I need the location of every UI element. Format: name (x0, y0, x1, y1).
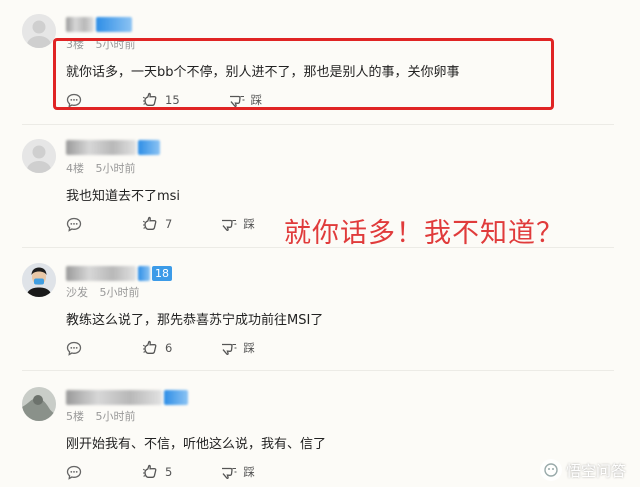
comment-item: 18 沙发 5小时前 教练这么说了，那先恭喜苏宁成功前往MSI了 6 踩 (0, 248, 640, 370)
avatar[interactable] (22, 263, 56, 297)
comment-meta: 4楼 5小时前 (66, 160, 136, 176)
username-blurred[interactable] (66, 389, 188, 406)
comment-icon (66, 341, 82, 356)
like-count: 5 (165, 465, 173, 479)
default-avatar-icon (22, 139, 56, 173)
reply-button[interactable] (66, 217, 82, 232)
comment-meta: 5楼 5小时前 (66, 408, 136, 424)
comment-actions: 6 踩 (66, 340, 255, 356)
wukong-logo-icon (539, 459, 562, 481)
reply-button[interactable] (66, 465, 82, 480)
floor-label: 4楼 (66, 162, 84, 175)
dislike-icon (222, 467, 237, 480)
comment-actions: 5 踩 (66, 464, 255, 480)
floor-label: 5楼 (66, 410, 84, 423)
timestamp: 5小时前 (99, 286, 140, 299)
avatar[interactable] (22, 387, 56, 421)
username-blurred[interactable] (66, 139, 160, 156)
highlight-box (53, 38, 554, 110)
dislike-button[interactable]: 踩 (220, 340, 255, 356)
timestamp: 5小时前 (95, 162, 136, 175)
like-button[interactable]: 5 (142, 464, 172, 480)
floor-label: 沙发 (66, 286, 88, 299)
like-count: 7 (165, 217, 173, 231)
dislike-label: 踩 (243, 217, 255, 231)
reply-button[interactable] (66, 341, 82, 356)
like-button[interactable]: 6 (142, 340, 172, 356)
comment-meta: 沙发 5小时前 (66, 284, 140, 300)
like-icon (142, 340, 157, 354)
annotation-overlay: 就你话多！我不知道？ (284, 218, 564, 249)
dislike-button[interactable]: 踩 (220, 216, 255, 232)
like-icon (142, 464, 157, 478)
like-count: 6 (165, 341, 173, 355)
comment-icon (66, 217, 82, 232)
comment-text: 刚开始我有、不信，听他这么说，我有、信了 (66, 437, 327, 452)
like-button[interactable]: 7 (142, 216, 172, 232)
comment-text: 我也知道去不了msi (66, 189, 181, 204)
level-badge: 18 (152, 266, 172, 281)
username-blurred[interactable]: 18 (66, 265, 172, 282)
avatar[interactable] (22, 139, 56, 173)
username-blurred[interactable] (66, 16, 132, 33)
dislike-icon (222, 343, 237, 356)
comment-actions: 7 踩 (66, 216, 255, 232)
user-photo-icon (22, 263, 56, 297)
dislike-icon (222, 219, 237, 232)
comment-text: 教练这么说了，那先恭喜苏宁成功前往MSI了 (66, 313, 324, 328)
dislike-button[interactable]: 踩 (220, 464, 255, 480)
dislike-label: 踩 (243, 341, 255, 355)
watermark: 悟空问答 (539, 459, 626, 481)
comment-icon (66, 465, 82, 480)
like-icon (142, 216, 157, 230)
watermark-text: 悟空问答 (565, 461, 626, 480)
avatar[interactable] (22, 14, 56, 48)
timestamp: 5小时前 (95, 410, 136, 423)
user-photo-icon (22, 387, 56, 421)
dislike-label: 踩 (243, 465, 255, 479)
default-avatar-icon (22, 14, 56, 48)
